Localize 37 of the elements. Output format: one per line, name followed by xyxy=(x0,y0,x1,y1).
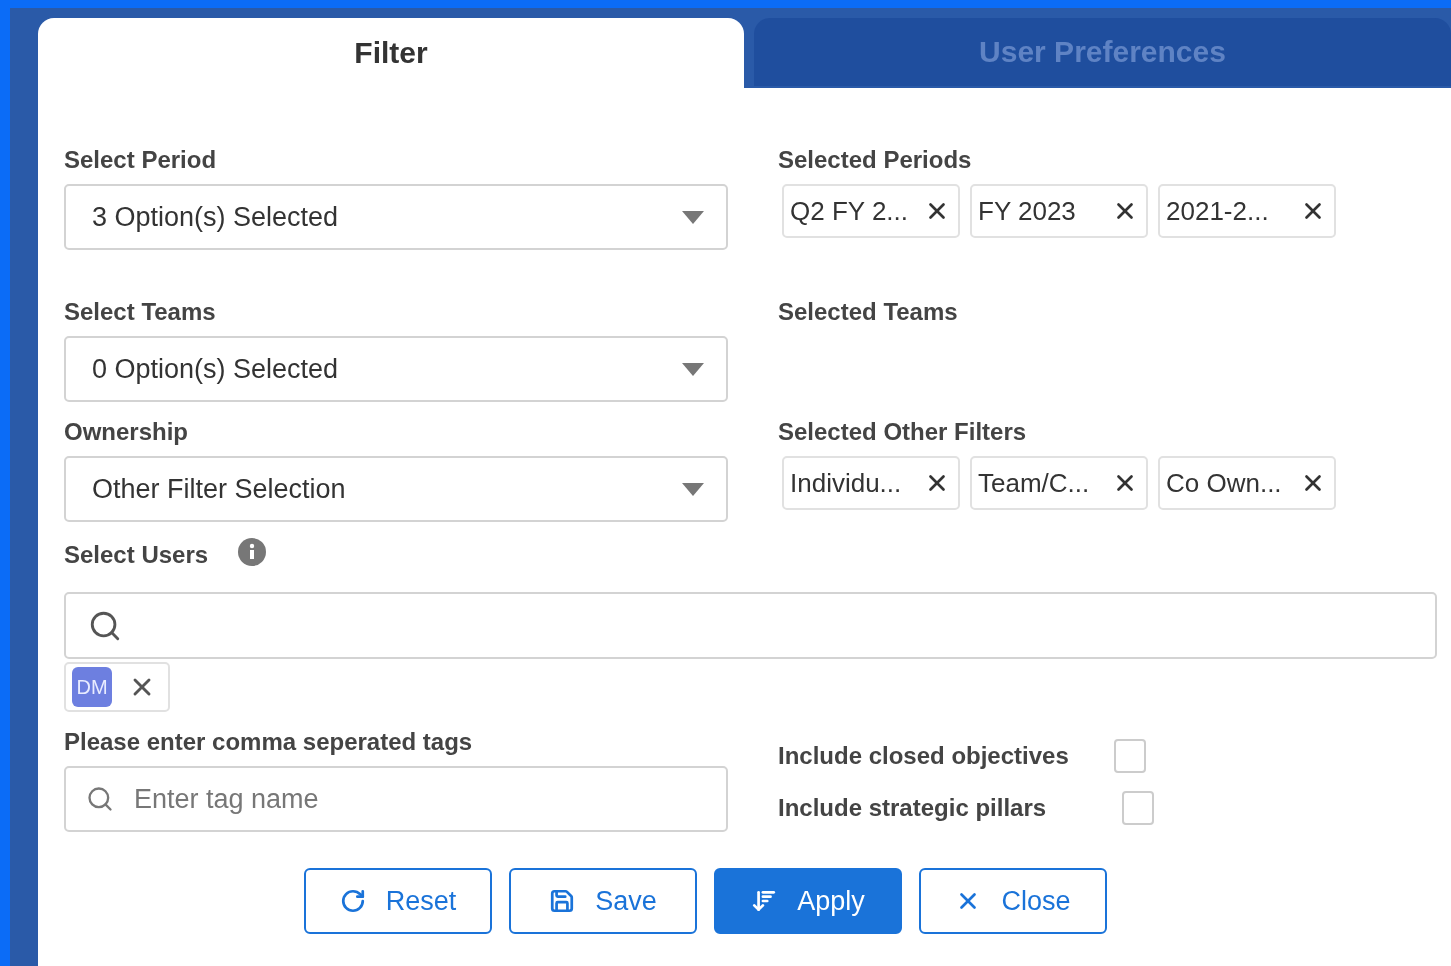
filter-pill: Co Own... xyxy=(1158,456,1336,510)
filter-pill: FY 2023 xyxy=(970,184,1148,238)
dropdown[interactable]: 3 Option(s) Selected xyxy=(64,184,728,250)
info-icon[interactable] xyxy=(238,538,267,566)
option-label: Include closed objectives xyxy=(778,742,1070,770)
avatar: DM xyxy=(72,667,112,707)
field-label: Ownership xyxy=(64,418,190,446)
field-label: Selected Other Filters xyxy=(778,418,1028,446)
search-icon xyxy=(86,785,114,813)
save-button[interactable]: Save xyxy=(509,868,697,934)
dropdown-caret-icon xyxy=(682,210,704,224)
field-label: Selected Teams xyxy=(778,298,959,326)
checkbox[interactable] xyxy=(1122,791,1154,825)
dropdown-caret-icon xyxy=(682,362,704,376)
field-label: Select Users xyxy=(64,541,209,569)
apply-button[interactable]: Apply xyxy=(714,868,902,934)
field-label: Please enter comma seperated tags xyxy=(64,728,474,756)
close-button[interactable]: Close xyxy=(919,868,1107,934)
filter-pill: 2021-2... xyxy=(1158,184,1336,238)
search-field[interactable] xyxy=(64,592,1437,659)
field-label: Select Teams xyxy=(64,298,217,326)
filter-pill: Team/C... xyxy=(970,456,1148,510)
dropdown[interactable]: Other Filter Selection xyxy=(64,456,728,522)
dropdown-caret-icon xyxy=(682,482,704,496)
save-icon xyxy=(549,888,576,914)
tab[interactable]: Filter xyxy=(38,18,744,88)
field-label: Selected Periods xyxy=(778,146,973,174)
sort-icon xyxy=(751,888,778,914)
field-label: Select Period xyxy=(64,146,218,174)
filter-pill: Individu... xyxy=(782,456,960,510)
dropdown[interactable]: 0 Option(s) Selected xyxy=(64,336,728,402)
reset-button[interactable]: Reset xyxy=(304,868,492,934)
tag-input-field[interactable]: Enter tag name xyxy=(64,766,728,832)
rotate-icon xyxy=(339,888,366,914)
filter-pill: Q2 FY 2... xyxy=(782,184,960,238)
checkbox[interactable] xyxy=(1114,739,1146,773)
option-label: Include strategic pillars xyxy=(778,794,1048,822)
